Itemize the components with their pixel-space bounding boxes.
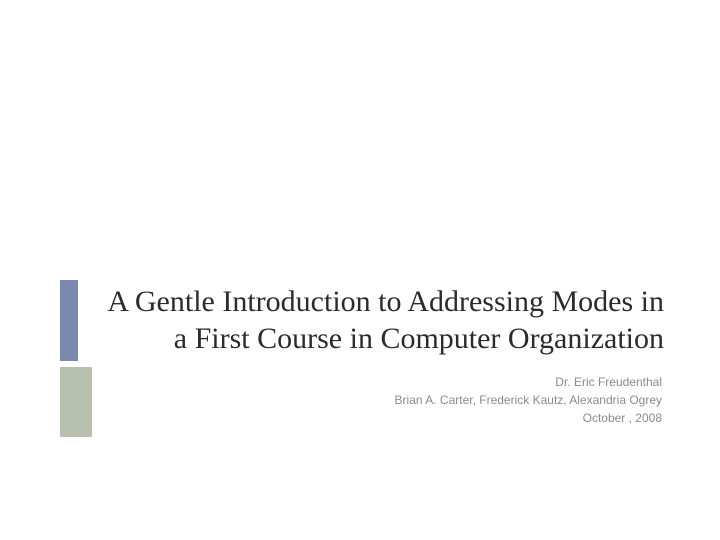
title-row: A Gentle Introduction to Addressing Mode… — [60, 280, 670, 361]
slide-date: October , 2008 — [92, 409, 662, 427]
author-secondary: Brian A. Carter, Frederick Kautz, Alexan… — [92, 391, 662, 409]
title-accent-bar — [60, 280, 78, 361]
byline-row: Dr. Eric Freudenthal Brian A. Carter, Fr… — [60, 367, 670, 437]
slide-title: A Gentle Introduction to Addressing Mode… — [92, 280, 670, 361]
byline-block: Dr. Eric Freudenthal Brian A. Carter, Fr… — [92, 367, 670, 437]
title-block: A Gentle Introduction to Addressing Mode… — [60, 280, 670, 437]
byline-accent-bar — [60, 367, 92, 437]
slide: A Gentle Introduction to Addressing Mode… — [0, 0, 720, 540]
author-primary: Dr. Eric Freudenthal — [92, 373, 662, 391]
